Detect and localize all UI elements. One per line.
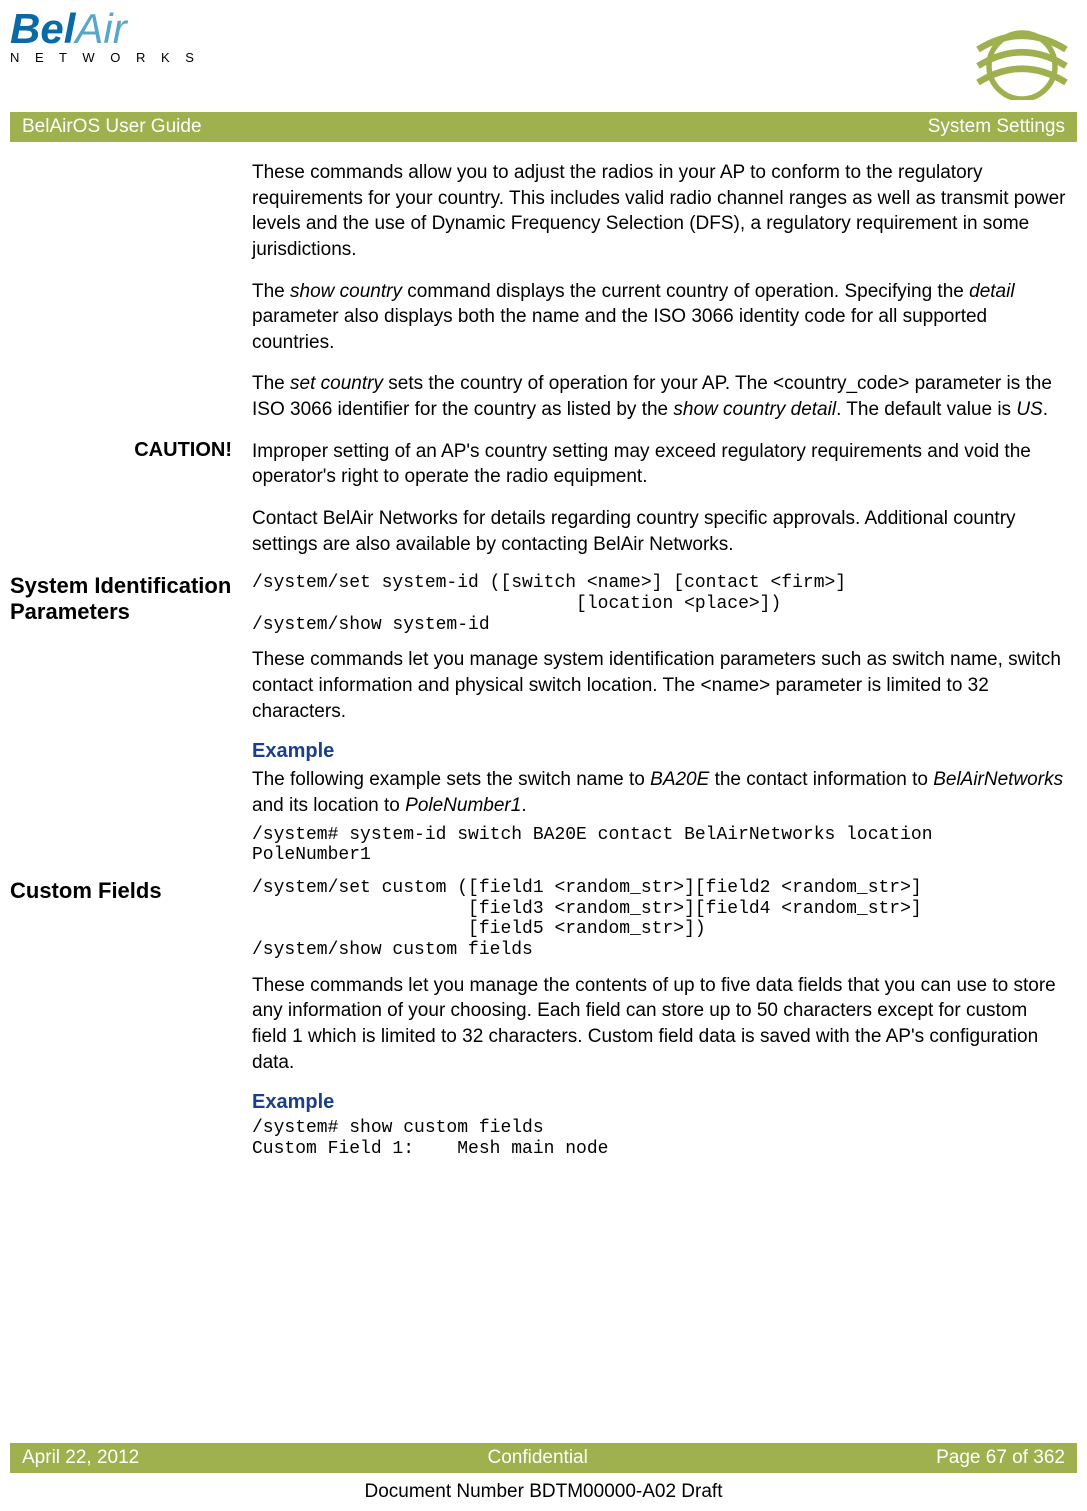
header-row: BelAir N E T W O R K S: [10, 0, 1077, 106]
intro-p1: These commands allow you to adjust the r…: [252, 160, 1067, 263]
sysid-label: System Identification Parameters: [10, 573, 240, 878]
content-grid: These commands allow you to adjust the r…: [10, 142, 1077, 1172]
footer-page: Page 67 of 362: [936, 1447, 1065, 1469]
footer-date: April 22, 2012: [22, 1447, 139, 1469]
logo-belair-networks: BelAir N E T W O R K S: [10, 10, 200, 65]
footer-confidential: Confidential: [488, 1447, 588, 1469]
custom-command: /system/set custom ([field1 <random_str>…: [252, 878, 1067, 961]
sysid-p1: These commands let you manage system ide…: [252, 647, 1067, 724]
title-bar-left: BelAirOS User Guide: [22, 116, 202, 138]
document-number: Document Number BDTM00000-A02 Draft: [0, 1481, 1087, 1503]
sysid-command: /system/set system-id ([switch <name>] […: [252, 573, 1067, 635]
example-heading: Example: [252, 740, 1067, 763]
custom-block: /system/set custom ([field1 <random_str>…: [252, 878, 1067, 1172]
title-bar: BelAirOS User Guide System Settings: [10, 112, 1077, 142]
intro-p2: The show country command displays the cu…: [252, 279, 1067, 356]
caution-p2: Contact BelAir Networks for details rega…: [252, 506, 1067, 557]
intro-block: These commands allow you to adjust the r…: [252, 160, 1067, 439]
caution-block: Improper setting of an AP's country sett…: [252, 439, 1067, 574]
logo-subtext: N E T W O R K S: [10, 50, 200, 65]
footer-bar: April 22, 2012 Confidential Page 67 of 3…: [10, 1443, 1077, 1473]
custom-example-command: /system# show custom fields Custom Field…: [252, 1118, 1067, 1159]
caution-p1: Improper setting of an AP's country sett…: [252, 439, 1067, 490]
title-bar-right: System Settings: [928, 116, 1065, 138]
custom-label: Custom Fields: [10, 878, 240, 1172]
logo-wordmark: BelAir: [10, 10, 127, 48]
custom-p1: These commands let you manage the conten…: [252, 973, 1067, 1076]
example-heading: Example: [252, 1091, 1067, 1114]
sysid-block: /system/set system-id ([switch <name>] […: [252, 573, 1067, 878]
sysid-example-command: /system# system-id switch BA20E contact …: [252, 825, 1067, 866]
intro-p3: The set country sets the country of oper…: [252, 371, 1067, 422]
swirl-icon: [967, 10, 1077, 106]
caution-label: CAUTION!: [10, 439, 240, 574]
sysid-example-text: The following example sets the switch na…: [252, 767, 1067, 818]
